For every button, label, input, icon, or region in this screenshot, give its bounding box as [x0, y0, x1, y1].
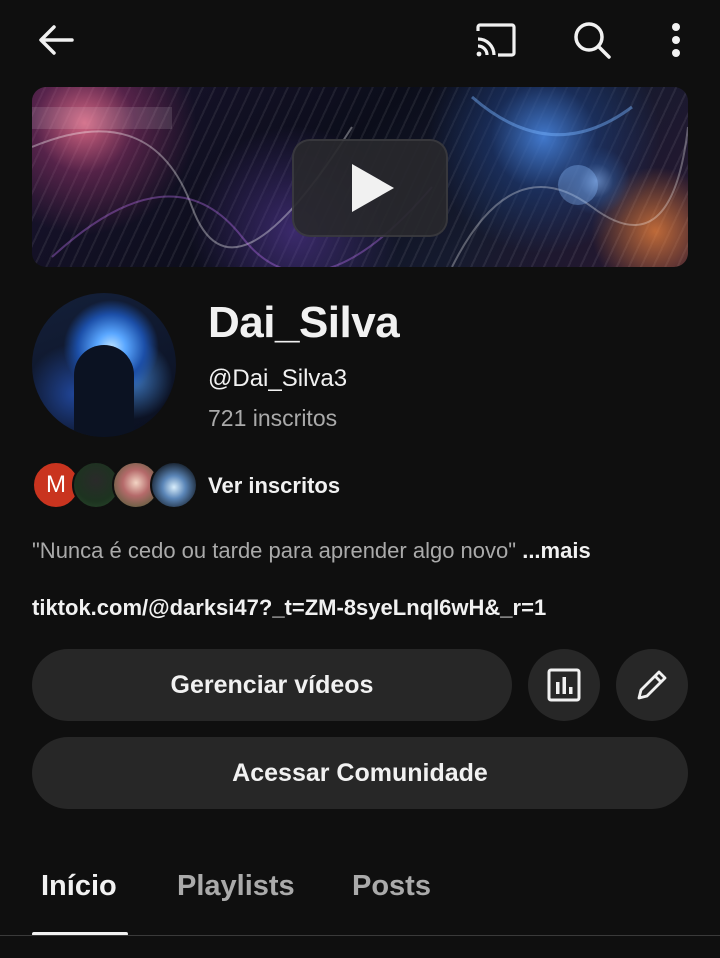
search-icon: [574, 22, 611, 59]
top-app-bar: [0, 0, 720, 80]
tab-playlists[interactable]: Playlists: [177, 870, 295, 903]
tabs-divider: [0, 935, 720, 936]
manage-videos-button[interactable]: Gerenciar vídeos: [32, 649, 512, 721]
subscriber-avatar: [150, 461, 198, 509]
more-options-button[interactable]: [654, 16, 698, 64]
search-button[interactable]: [566, 16, 618, 64]
view-subscribers-row[interactable]: M Ver inscritos: [32, 461, 632, 511]
pencil-icon: [637, 670, 667, 700]
channel-tabs: Início Playlists Posts: [0, 850, 720, 938]
more-link[interactable]: ...mais: [522, 538, 590, 563]
community-button[interactable]: Acessar Comunidade: [32, 737, 688, 809]
avatar-figure: [74, 345, 134, 437]
analytics-button[interactable]: [528, 649, 600, 721]
cast-icon: [476, 23, 516, 57]
youtube-play-icon: [292, 139, 448, 237]
channel-avatar[interactable]: [32, 293, 176, 437]
tab-inicio[interactable]: Início: [41, 870, 117, 903]
tab-posts[interactable]: Posts: [352, 870, 431, 903]
view-subscribers-link[interactable]: Ver inscritos: [208, 473, 340, 499]
channel-link[interactable]: tiktok.com/@darksi47?_t=ZM-8syeLnqI6wH&_…: [32, 595, 546, 621]
channel-name: Dai_Silva: [208, 298, 400, 347]
subscriber-count: 721 inscritos: [208, 405, 338, 431]
edit-channel-button[interactable]: [616, 649, 688, 721]
channel-handle: @Dai_Silva3: [208, 365, 348, 392]
description-text: "Nunca é cedo ou tarde para aprender alg…: [32, 538, 517, 563]
more-vertical-icon: [672, 23, 680, 57]
arrow-left-icon: [39, 25, 74, 55]
cast-button[interactable]: [470, 16, 522, 64]
channel-description[interactable]: "Nunca é cedo ou tarde para aprender alg…: [32, 538, 591, 564]
channel-banner: [32, 87, 688, 267]
back-button[interactable]: [28, 16, 84, 64]
analytics-icon: [547, 668, 581, 702]
